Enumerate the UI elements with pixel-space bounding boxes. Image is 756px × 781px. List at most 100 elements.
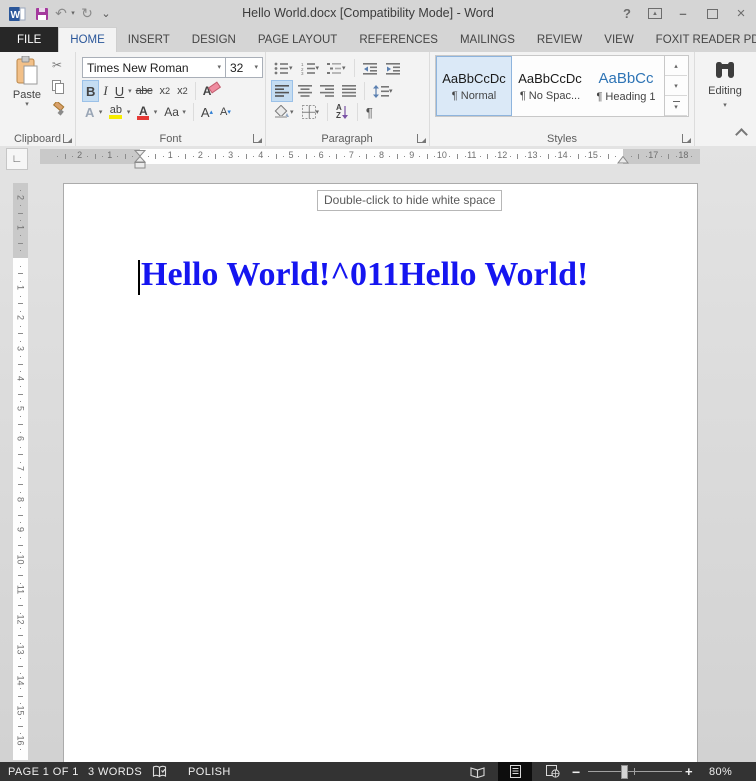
zoom-in-button[interactable]: + <box>685 762 693 781</box>
tab-page-layout[interactable]: PAGE LAYOUT <box>247 27 348 52</box>
web-layout-button[interactable] <box>536 762 570 781</box>
change-case-button[interactable]: Aa ▾ <box>161 102 189 122</box>
tab-home[interactable]: HOME <box>58 27 117 52</box>
page-count-indicator[interactable]: PAGE 1 OF 1 <box>8 762 79 781</box>
vertical-ruler[interactable]: 2 1 1 2 3 4 5 6 7 8 9 10 11 12 13 14 15 16 <box>13 183 28 760</box>
ruler-tick <box>18 212 23 214</box>
borders-button[interactable]: ▾ <box>299 102 323 122</box>
align-right-button[interactable] <box>317 81 337 101</box>
tab-insert[interactable]: INSERT <box>117 27 181 52</box>
right-indent-marker[interactable] <box>617 156 629 164</box>
save-button[interactable] <box>32 0 52 27</box>
ruler-tick <box>18 454 23 456</box>
language-indicator[interactable]: POLISH <box>188 762 231 781</box>
zoom-level-indicator[interactable]: 80% <box>709 762 732 781</box>
scroll-up-icon: ▴ <box>674 62 678 70</box>
cut-button[interactable]: ✂ <box>52 58 62 72</box>
font-size-combo[interactable]: 32 ▾ <box>225 57 263 78</box>
tab-view[interactable]: VIEW <box>593 27 644 52</box>
sort-button[interactable]: AZ <box>333 102 352 122</box>
styles-gallery-expand-button[interactable]: ▾ <box>665 96 687 116</box>
styles-dialog-launcher[interactable] <box>682 134 691 143</box>
read-mode-button[interactable] <box>460 762 494 781</box>
underline-button[interactable]: U <box>112 81 127 101</box>
ruler-tick <box>20 401 21 403</box>
dropdown-caret-icon: ▾ <box>723 102 727 109</box>
font-color-button[interactable]: A ▾ <box>134 102 160 122</box>
ruler-number: 10 <box>15 554 26 565</box>
font-dialog-launcher[interactable] <box>253 134 262 143</box>
sort-arrow-icon <box>341 105 348 119</box>
ribbon: Paste ▾ ✂ Clipboard Times New Roman ▾ 32 <box>0 52 756 147</box>
ruler-number: 5 <box>15 405 26 411</box>
left-indent-marker[interactable] <box>134 162 146 169</box>
superscript-button[interactable]: x2 <box>174 81 191 101</box>
tab-file[interactable]: FILE <box>0 27 59 52</box>
styles-scroll-down-button[interactable]: ▾ <box>665 76 687 96</box>
print-layout-icon <box>509 765 521 778</box>
ruler-number: 8 <box>379 150 385 160</box>
style-no-spacing[interactable]: AaBbCcDc ¶ No Spac... <box>512 56 588 116</box>
paste-button[interactable]: Paste ▾ <box>6 56 48 130</box>
ribbon-display-options-button[interactable]: ▲ <box>644 0 666 27</box>
ruler-tick <box>18 273 23 275</box>
zoom-slider-track[interactable] <box>588 771 682 772</box>
paragraph-dialog-launcher[interactable] <box>417 134 426 143</box>
document-text[interactable]: Hello World!^011Hello World! <box>141 256 588 294</box>
tab-foxit-reader-pdf[interactable]: FOXIT READER PDF <box>645 27 756 52</box>
text-effects-button[interactable]: A ▾ <box>82 102 105 122</box>
word-count-indicator[interactable]: 3 WORDS <box>88 762 142 781</box>
minimize-button[interactable]: – <box>672 0 694 27</box>
tab-references[interactable]: REFERENCES <box>348 27 449 52</box>
editing-button[interactable]: Editing ▾ <box>694 60 756 109</box>
white-space-tooltip: Double-click to hide white space <box>317 190 503 211</box>
subscript-button[interactable]: x2 <box>157 81 174 101</box>
ribbon-tab-row: FILE HOME INSERT DESIGN PAGE LAYOUT REFE… <box>0 27 756 52</box>
underline-dropdown-icon[interactable]: ▾ <box>128 88 132 95</box>
italic-button[interactable]: I <box>100 81 110 101</box>
tab-stop-selector[interactable]: ∟ <box>6 148 28 170</box>
zoom-slider-thumb[interactable] <box>621 765 628 779</box>
customize-qat-button[interactable]: ⌄ <box>98 0 114 27</box>
redo-button[interactable]: ↻ <box>78 0 96 27</box>
grow-font-button[interactable]: A ▴ <box>198 102 216 122</box>
show-hide-pilcrow-button[interactable]: ¶ <box>363 102 376 122</box>
horizontal-ruler[interactable]: 2 1 1 2 3 4 5 6 7 8 9 10 11 12 13 14 15 17 18 <box>40 149 700 169</box>
proofing-status-button[interactable] <box>152 762 167 781</box>
font-name-combo[interactable]: Times New Roman ▾ <box>82 57 226 78</box>
multilevel-list-button[interactable]: ▾ <box>324 58 349 78</box>
help-button[interactable]: ? <box>616 0 638 27</box>
style-heading-1[interactable]: AaBbCc ¶ Heading 1 <box>588 56 664 116</box>
zoom-out-button[interactable]: − <box>572 762 581 781</box>
style-normal[interactable]: AaBbCcDc ¶ Normal <box>436 56 512 116</box>
align-left-button[interactable] <box>271 80 293 102</box>
maximize-button[interactable] <box>701 0 723 27</box>
undo-dropdown[interactable]: ▾ <box>68 0 78 27</box>
ruler-number: 1 <box>167 150 173 160</box>
print-layout-button[interactable] <box>498 762 532 781</box>
ruler-tick <box>313 156 315 157</box>
increase-indent-button[interactable] <box>383 58 404 78</box>
align-center-button[interactable] <box>295 81 315 101</box>
format-painter-button[interactable] <box>52 100 66 121</box>
justify-button[interactable] <box>339 81 359 101</box>
clipboard-dialog-launcher[interactable] <box>63 134 72 143</box>
tab-review[interactable]: REVIEW <box>526 27 593 52</box>
bullets-button[interactable]: ▾ <box>271 58 296 78</box>
ruler-tick <box>645 156 647 157</box>
close-button[interactable]: × <box>730 0 752 27</box>
line-spacing-button[interactable]: ▾ <box>370 81 396 101</box>
shrink-font-button[interactable]: A ▾ <box>217 102 234 122</box>
styles-scroll-up-button[interactable]: ▴ <box>665 56 687 76</box>
document-page[interactable]: Double-click to hide white space Hello W… <box>63 183 698 764</box>
highlight-color-button[interactable]: ab ▾ <box>106 102 133 122</box>
numbering-button[interactable]: 1 2 3 ▾ <box>298 58 323 78</box>
tab-mailings[interactable]: MAILINGS <box>449 27 526 52</box>
clear-formatting-button[interactable]: A <box>200 80 224 101</box>
strikethrough-button[interactable]: abe <box>133 81 156 101</box>
bold-button[interactable]: B <box>82 80 100 102</box>
shading-button[interactable]: ▾ <box>271 102 297 122</box>
decrease-indent-button[interactable] <box>360 58 381 78</box>
ruler-tick <box>20 325 21 327</box>
tab-design[interactable]: DESIGN <box>181 27 247 52</box>
